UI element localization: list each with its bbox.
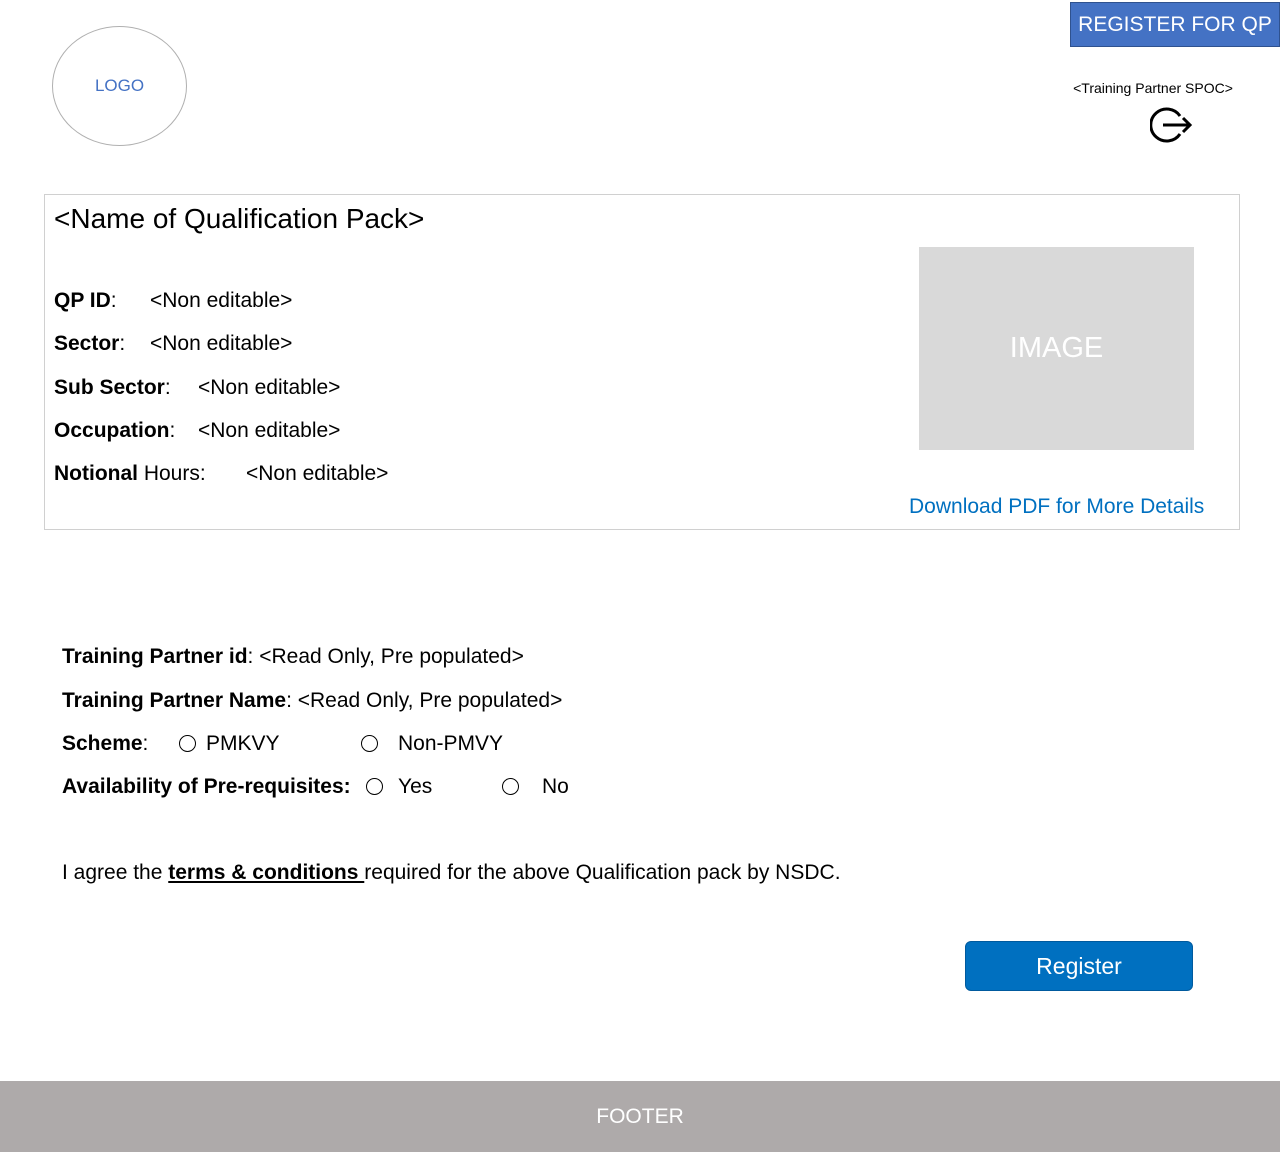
notional-hours-row: Notional Hours: <Non editable> — [54, 462, 388, 486]
qp-id-label: QP ID — [54, 289, 111, 312]
prerequisites-row: Availability of Pre-requisites: — [62, 775, 351, 799]
qp-title: <Name of Qualification Pack> — [54, 203, 425, 234]
prerequisites-no-radio[interactable] — [502, 778, 519, 795]
terms-and-conditions-link[interactable]: terms & conditions — [168, 861, 364, 884]
download-pdf-link[interactable]: Download PDF for More Details — [909, 495, 1204, 519]
training-partner-id-label: Training Partner id — [62, 645, 248, 668]
sector-label: Sector — [54, 332, 120, 355]
scheme-pmkvy-label: PMKVY — [206, 732, 280, 755]
training-partner-name-label: Training Partner Name — [62, 689, 287, 712]
terms-agreement: I agree the terms & conditions required … — [62, 861, 841, 885]
footer-text: FOOTER — [596, 1104, 684, 1128]
prerequisites-label: Availability of Pre-requisites: — [62, 775, 351, 798]
training-partner-id-value: : <Read Only, Pre populated> — [247, 645, 524, 668]
prerequisites-no-label: No — [542, 775, 569, 798]
sub-sector-row: Sub Sector: <Non editable> — [54, 376, 341, 399]
qp-id-value: <Non editable> — [150, 289, 293, 312]
scheme-pmkvy-radio[interactable] — [179, 735, 196, 752]
scheme-non-pmvy-label: Non-PMVY — [398, 732, 504, 755]
training-partner-id-row: Training Partner id: <Read Only, Pre pop… — [62, 645, 524, 669]
prerequisites-yes-label: Yes — [398, 775, 433, 798]
training-partner-name-value: : <Read Only, Pre populated> — [286, 689, 563, 712]
logout-icon[interactable] — [1149, 104, 1194, 146]
agree-suffix: required for the above Qualification pac… — [364, 861, 841, 884]
notional-hours-value: <Non editable> — [246, 462, 389, 485]
notional-hours-label-bold: Notional — [54, 462, 138, 485]
register-for-qp-button[interactable]: REGISTER FOR QP — [1070, 2, 1280, 47]
qualification-pack-card: <Name of Qualification Pack> QP ID: <Non… — [44, 194, 1240, 530]
qp-id-row: QP ID: <Non editable> — [54, 289, 293, 312]
scheme-non-pmvy-radio[interactable] — [361, 735, 378, 752]
footer: FOOTER — [0, 1081, 1280, 1152]
agree-prefix: I agree the — [62, 861, 169, 884]
logo-text: LOGO — [94, 76, 145, 95]
image-placeholder-text: IMAGE — [1009, 332, 1104, 364]
sub-sector-value: <Non editable> — [198, 376, 341, 399]
sub-sector-label: Sub Sector — [54, 376, 165, 399]
prerequisites-yes-radio[interactable] — [366, 778, 383, 795]
training-partner-name-row: Training Partner Name: <Read Only, Pre p… — [62, 689, 562, 713]
occupation-row: Occupation: <Non editable> — [54, 419, 341, 442]
occupation-value: <Non editable> — [198, 419, 341, 442]
notional-hours-label-rest: Hours: — [138, 462, 206, 485]
sector-value: <Non editable> — [150, 332, 293, 355]
logo: LOGO — [52, 26, 187, 146]
occupation-label: Occupation — [54, 419, 170, 442]
qp-image-placeholder: IMAGE — [919, 247, 1194, 450]
sector-row: Sector: <Non editable> — [54, 332, 293, 355]
register-button[interactable]: Register — [965, 941, 1193, 991]
training-partner-spoc-label: <Training Partner SPOC> — [1073, 80, 1233, 96]
scheme-row: Scheme: — [62, 732, 149, 755]
scheme-label: Scheme — [62, 732, 143, 755]
